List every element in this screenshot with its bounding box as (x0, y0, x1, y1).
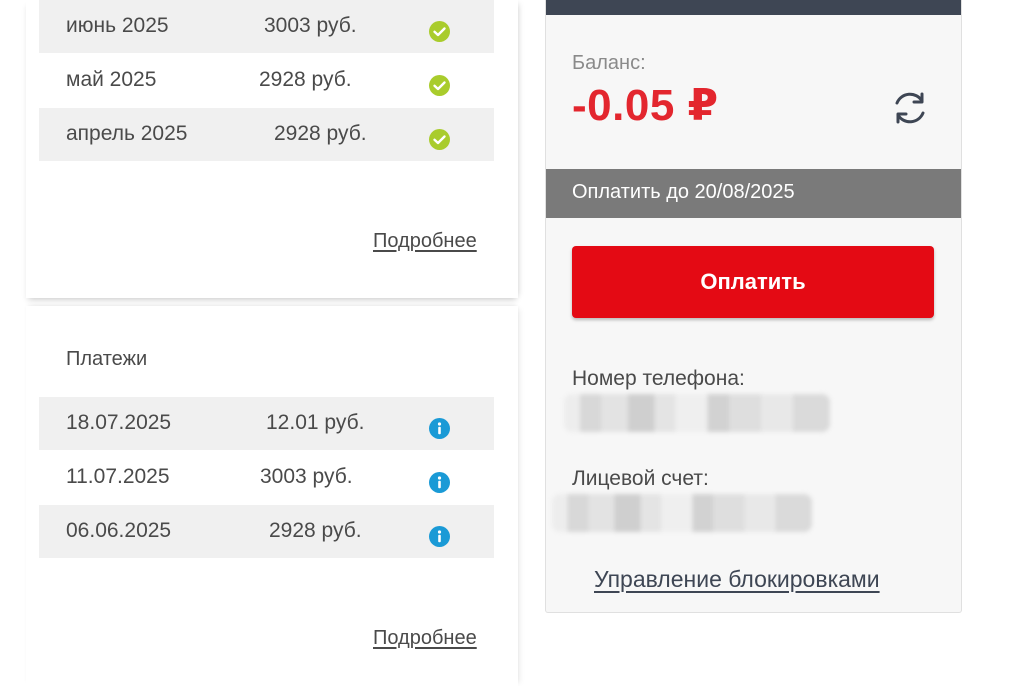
due-date-text: Оплатить до 20/08/2025 (572, 181, 795, 203)
amount-cell: 2928 руб. (274, 122, 367, 145)
account-number-label: Лицевой счет: (572, 467, 709, 490)
period-cell: июнь 2025 (66, 14, 169, 37)
phone-label: Номер телефона: (572, 367, 745, 390)
table-row: 06.06.2025 2928 руб. (39, 505, 494, 558)
payments-card: Платежи 18.07.2025 12.01 руб. 11.07.2025… (26, 306, 518, 686)
check-circle-icon (429, 21, 450, 42)
refresh-icon[interactable] (888, 86, 932, 130)
history-more-link[interactable]: Подробнее (373, 230, 477, 253)
charges-history-card: июнь 2025 3003 руб. май 2025 2928 руб. а… (26, 0, 518, 298)
period-cell: май 2025 (66, 68, 157, 91)
table-row: май 2025 2928 руб. (39, 54, 494, 107)
panel-header-bar (546, 0, 961, 15)
date-cell: 11.07.2025 (66, 465, 170, 488)
payments-title: Платежи (66, 348, 148, 370)
phone-value-redacted (564, 394, 830, 432)
amount-cell: 2928 руб. (269, 519, 362, 542)
manage-blocking-link[interactable]: Управление блокировками (594, 566, 880, 593)
check-circle-icon (429, 129, 450, 150)
info-icon[interactable] (429, 418, 450, 439)
period-cell: апрель 2025 (66, 122, 188, 145)
amount-cell: 12.01 руб. (266, 411, 365, 434)
date-cell: 18.07.2025 (66, 411, 172, 434)
table-row: июнь 2025 3003 руб. (39, 0, 494, 53)
payments-more-link[interactable]: Подробнее (373, 627, 477, 650)
account-number-redacted (552, 494, 812, 532)
account-panel: Баланс: -0.05 ₽ Оплатить до 20/08/2025 О… (545, 0, 962, 613)
info-icon[interactable] (429, 526, 450, 547)
table-row: 18.07.2025 12.01 руб. (39, 397, 494, 450)
info-icon[interactable] (429, 472, 450, 493)
table-row: апрель 2025 2928 руб. (39, 108, 494, 161)
pay-button[interactable]: Оплатить (572, 246, 934, 318)
date-cell: 06.06.2025 (66, 519, 172, 542)
amount-cell: 3003 руб. (260, 465, 353, 488)
balance-label: Баланс: (572, 52, 646, 74)
balance-value: -0.05 ₽ (572, 81, 719, 130)
amount-cell: 2928 руб. (259, 68, 352, 91)
left-edge-divider (0, 0, 27, 180)
table-row: 11.07.2025 3003 руб. (39, 451, 494, 504)
check-circle-icon (429, 75, 450, 96)
due-date-bar: Оплатить до 20/08/2025 (546, 169, 961, 218)
amount-cell: 3003 руб. (264, 14, 357, 37)
